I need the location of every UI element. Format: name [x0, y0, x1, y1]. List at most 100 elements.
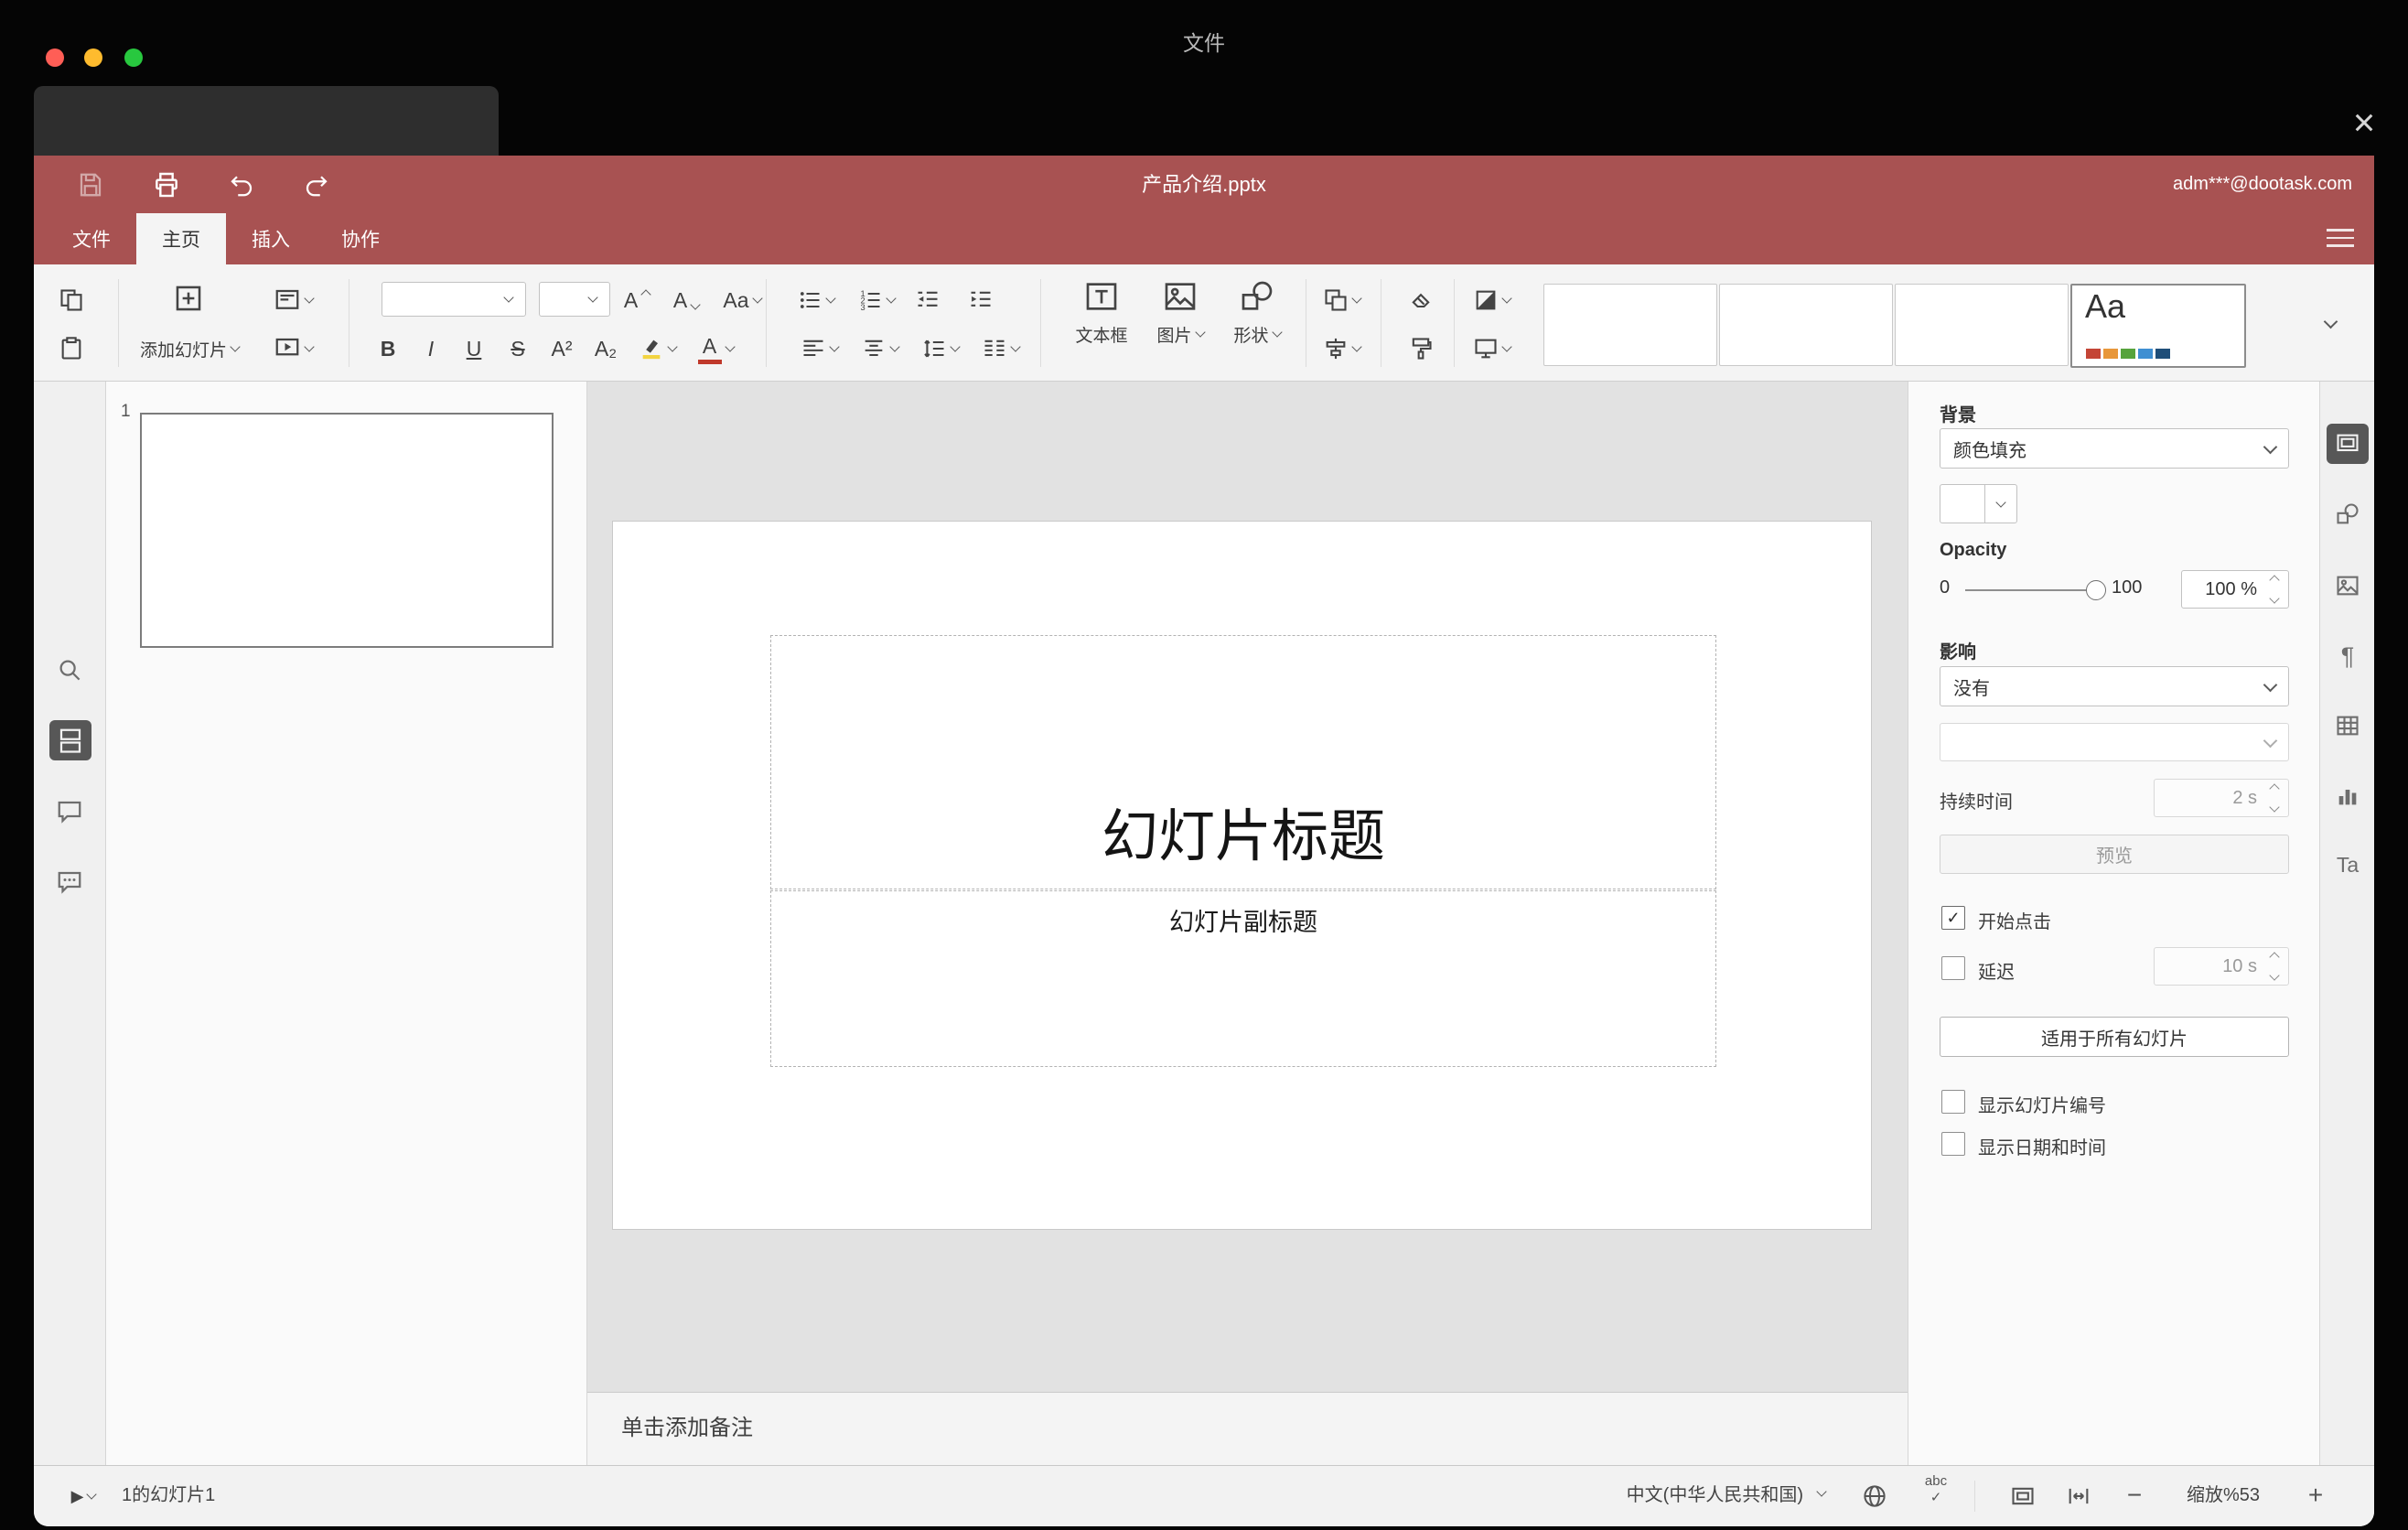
font-name-select[interactable]: [382, 282, 526, 317]
fit-width-button[interactable]: [2059, 1477, 2099, 1515]
font-color-button[interactable]: A: [688, 329, 743, 369]
chat-panel-button[interactable]: [49, 862, 90, 902]
add-slide-label-button[interactable]: 添加幻灯片: [112, 330, 267, 367]
comments-panel-button[interactable]: [49, 792, 90, 832]
shape-settings-button[interactable]: [2327, 494, 2368, 534]
background-fill-select[interactable]: 颜色填充: [1940, 428, 2289, 469]
theme-option-2[interactable]: [1719, 284, 1893, 366]
insert-textbox-button[interactable]: 文本框: [1063, 276, 1140, 372]
preview-button[interactable]: 预览: [1940, 835, 2289, 874]
theme-option-3[interactable]: [1895, 284, 2069, 366]
slide[interactable]: 幻灯片标题 幻灯片副标题: [613, 522, 1871, 1229]
fit-slide-button[interactable]: [2003, 1477, 2043, 1515]
slides-panel-button[interactable]: [49, 720, 91, 760]
spellcheck-button[interactable]: abc ✓: [1915, 1473, 1957, 1519]
subtitle-placeholder[interactable]: 幻灯片副标题: [770, 890, 1716, 1067]
background-color-dropdown[interactable]: [1984, 484, 2017, 523]
numbering-button[interactable]: 123: [847, 280, 904, 320]
increase-indent-button[interactable]: [961, 280, 1001, 320]
language-label[interactable]: 中文(中华人民共和国): [1627, 1466, 1803, 1525]
chart-settings-button[interactable]: [2327, 776, 2368, 816]
effect-option-select[interactable]: [1940, 723, 2289, 761]
tab-collaboration[interactable]: 协作: [316, 213, 405, 264]
insert-image-button[interactable]: 图片: [1144, 276, 1217, 372]
chevron-down-icon: [724, 341, 736, 352]
window-title: 文件: [1183, 31, 1225, 55]
transition-effect-select[interactable]: 没有: [1940, 666, 2289, 706]
image-settings-button[interactable]: [2327, 566, 2368, 606]
title-placeholder[interactable]: 幻灯片标题: [770, 635, 1716, 889]
spinner-arrows[interactable]: [2265, 952, 2284, 981]
insert-shape-button[interactable]: 形状: [1220, 276, 1294, 372]
bullets-button[interactable]: [787, 280, 844, 320]
arrange-shape-button[interactable]: [1313, 280, 1370, 320]
paragraph-settings-button[interactable]: ¶: [2327, 636, 2368, 676]
start-slideshow-button[interactable]: [263, 329, 322, 369]
menu-button[interactable]: [2327, 229, 2354, 249]
zoom-in-button[interactable]: +: [2295, 1475, 2336, 1515]
show-slide-number-checkbox[interactable]: [1941, 1090, 1965, 1114]
table-settings-button[interactable]: [2327, 706, 2368, 746]
notes-area[interactable]: 单击添加备注: [587, 1392, 1908, 1465]
shape-fill-button[interactable]: [1463, 280, 1520, 320]
font-size-select[interactable]: [539, 282, 610, 317]
tab-file[interactable]: 文件: [47, 213, 136, 264]
theme-gallery-expand-button[interactable]: [2310, 301, 2350, 345]
columns-button[interactable]: [972, 329, 1028, 369]
align-shape-button[interactable]: [1313, 329, 1370, 369]
apply-to-all-slides-button[interactable]: 适用于所有幻灯片: [1940, 1017, 2289, 1057]
zoom-out-button[interactable]: −: [2114, 1475, 2155, 1515]
decrease-font-button[interactable]: A: [663, 280, 709, 320]
opacity-spinner[interactable]: 100 %: [2181, 570, 2289, 609]
theme-option-selected[interactable]: Aa: [2070, 284, 2246, 368]
theme-option-1[interactable]: [1543, 284, 1717, 366]
spinner-arrows[interactable]: [2265, 575, 2284, 604]
slide-size-button[interactable]: [1463, 329, 1520, 369]
subscript-button[interactable]: A₂: [586, 329, 626, 369]
change-layout-button[interactable]: [263, 280, 322, 320]
background-color-swatch[interactable]: [1940, 484, 1985, 523]
strikethrough-button[interactable]: S: [498, 329, 538, 369]
start-slideshow-status-button[interactable]: ▶: [56, 1479, 111, 1514]
clear-style-button[interactable]: [1399, 280, 1443, 320]
paste-button[interactable]: [51, 329, 91, 369]
zoom-level[interactable]: 缩放%53: [2164, 1466, 2283, 1525]
spellcheck-abc: abc: [1924, 1473, 1948, 1489]
search-panel-button[interactable]: [49, 650, 90, 690]
underline-button[interactable]: U: [454, 329, 494, 369]
line-spacing-button[interactable]: [911, 329, 968, 369]
opacity-slider-handle[interactable]: [2086, 580, 2106, 600]
superscript-button[interactable]: A²: [542, 329, 582, 369]
tab-home[interactable]: 主页: [136, 213, 226, 264]
paragraph-settings-icon: ¶: [2340, 641, 2355, 670]
slide-thumbnail[interactable]: [140, 413, 554, 648]
bold-button[interactable]: B: [368, 329, 408, 369]
chevron-up-icon: [640, 289, 651, 300]
background-label: 背景: [1940, 405, 1976, 426]
horizontal-align-button[interactable]: [790, 329, 847, 369]
outdent-icon: [915, 287, 941, 313]
start-on-click-checkbox[interactable]: ✓: [1941, 906, 1965, 930]
italic-button[interactable]: I: [411, 329, 451, 369]
vertical-align-button[interactable]: [851, 329, 908, 369]
copy-style-button[interactable]: [1399, 329, 1443, 369]
delay-checkbox[interactable]: [1941, 956, 1965, 980]
spinner-arrows[interactable]: [2265, 783, 2284, 813]
duration-spinner[interactable]: 2 s: [2154, 779, 2289, 817]
theme-swatch: [2103, 349, 2118, 359]
change-case-button[interactable]: Aa: [713, 280, 771, 320]
tab-insert[interactable]: 插入: [226, 213, 316, 264]
increase-font-button[interactable]: A: [614, 280, 660, 320]
editor-header: 产品介绍.pptx adm***@dootask.com: [34, 156, 2374, 213]
show-date-time-checkbox[interactable]: [1941, 1132, 1965, 1156]
copy-button[interactable]: [51, 280, 91, 320]
opacity-slider[interactable]: [1965, 580, 2106, 600]
decrease-indent-button[interactable]: [908, 280, 948, 320]
slide-settings-button[interactable]: [2327, 424, 2369, 464]
add-slide-button[interactable]: [168, 278, 209, 318]
document-language-button[interactable]: [1854, 1477, 1895, 1515]
delay-spinner[interactable]: 10 s: [2154, 947, 2289, 986]
dialog-close-button[interactable]: ×: [2338, 99, 2390, 146]
highlight-color-button[interactable]: [629, 329, 684, 369]
textart-settings-button[interactable]: Ta: [2327, 845, 2368, 885]
